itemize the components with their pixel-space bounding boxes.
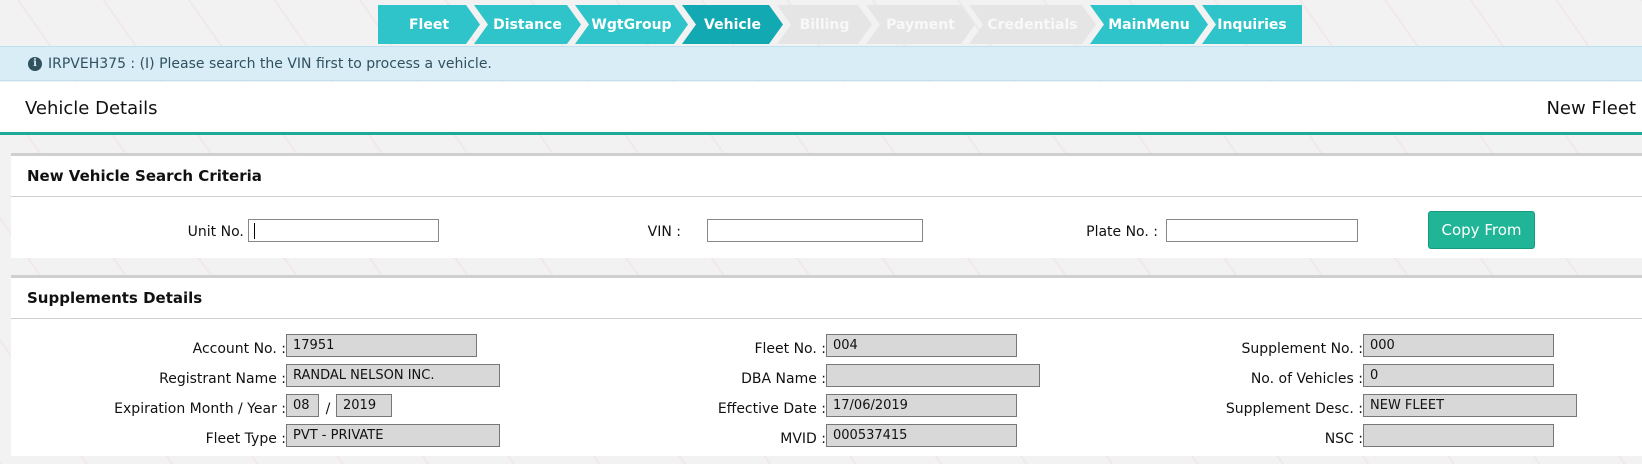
expiration-year-field: 2019 — [336, 394, 392, 417]
mvid-label: MVID : — [780, 431, 826, 447]
wizard-step-vehicle[interactable]: Vehicle — [682, 5, 783, 44]
info-message-text: IRPVEH375 : (I) Please search the VIN fi… — [48, 55, 492, 72]
expiration-month-field: 08 — [286, 394, 319, 417]
wizard-step-payment: Payment — [866, 5, 975, 44]
num-vehicles-field: 0 — [1363, 364, 1554, 387]
supplements-panel-title: Supplements Details — [11, 278, 1642, 319]
wizard-step-distance[interactable]: Distance — [474, 5, 581, 44]
wizard-step-inquiries[interactable]: Inquiries — [1202, 5, 1302, 44]
info-message-bar: i IRPVEH375 : (I) Please search the VIN … — [0, 46, 1642, 81]
effective-date-label: Effective Date : — [717, 401, 826, 417]
plate-no-input[interactable] — [1166, 219, 1358, 242]
nsc-field — [1363, 424, 1554, 447]
supplement-no-field: 000 — [1363, 334, 1554, 357]
info-circle-icon: i — [28, 56, 42, 71]
expiration-label: Expiration Month / Year : — [114, 401, 286, 417]
wizard-step-fleet[interactable]: Fleet — [378, 5, 480, 44]
dba-name-label: DBA Name : — [741, 371, 826, 387]
wizard-steps: Fleet Distance WgtGroup Vehicle Billing … — [378, 5, 1302, 44]
supplement-desc-field: NEW FLEET — [1363, 394, 1577, 417]
nsc-label: NSC : — [1324, 431, 1363, 447]
unit-no-label: Unit No. : — [187, 224, 253, 240]
copy-from-button[interactable]: Copy From — [1428, 211, 1535, 249]
registrant-name-label: Registrant Name : — [159, 371, 286, 387]
supplements-details-panel: Supplements Details Account No. : 17951 … — [11, 275, 1642, 456]
wizard-step-credentials: Credentials — [969, 5, 1096, 44]
registrant-name-field: RANDAL NELSON INC. — [286, 364, 500, 387]
effective-date-field: 17/06/2019 — [826, 394, 1017, 417]
wizard-step-wgtgroup[interactable]: WgtGroup — [575, 5, 688, 44]
expiration-separator: / — [325, 401, 331, 417]
fleet-no-label: Fleet No. : — [754, 341, 826, 357]
wizard-step-mainmenu[interactable]: MainMenu — [1090, 5, 1208, 44]
supplement-no-label: Supplement No. : — [1241, 341, 1363, 357]
fleet-no-field: 004 — [826, 334, 1017, 357]
account-no-label: Account No. : — [192, 341, 286, 357]
supplement-desc-label: Supplement Desc. : — [1225, 401, 1363, 417]
vin-label: VIN : — [647, 224, 681, 240]
fleet-status-label: New Fleet — [1546, 98, 1636, 119]
vin-input[interactable] — [707, 219, 923, 242]
unit-no-input[interactable] — [248, 219, 439, 242]
num-vehicles-label: No. of Vehicles : — [1250, 371, 1363, 387]
plate-no-label: Plate No. : — [1086, 224, 1158, 240]
account-no-field: 17951 — [286, 334, 477, 357]
search-criteria-panel: New Vehicle Search Criteria Unit No. : V… — [11, 153, 1642, 258]
page-title: Vehicle Details — [25, 98, 158, 119]
fleet-type-label: Fleet Type : — [205, 431, 286, 447]
page-header: Vehicle Details New Fleet — [0, 82, 1642, 135]
mvid-field: 000537415 — [826, 424, 1017, 447]
wizard-step-billing: Billing — [777, 5, 872, 44]
search-panel-title: New Vehicle Search Criteria — [11, 156, 1642, 197]
dba-name-field — [826, 364, 1040, 387]
fleet-type-field: PVT - PRIVATE — [286, 424, 500, 447]
text-cursor — [254, 223, 255, 239]
